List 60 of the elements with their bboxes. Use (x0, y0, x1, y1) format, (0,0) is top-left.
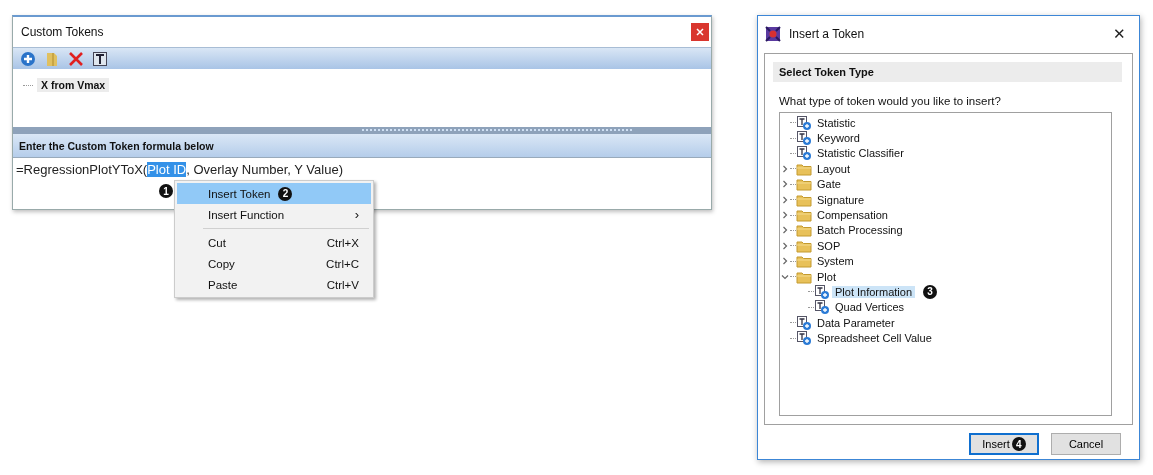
folder-icon (796, 253, 812, 270)
shortcut-text: Ctrl+X (326, 236, 359, 249)
formula-field[interactable]: =RegressionPlotYToX(Plot ID, Overlay Number, Y Value) (16, 162, 343, 177)
tree-item[interactable]: System (814, 255, 857, 268)
selected-text: Plot ID (147, 162, 187, 177)
tree-item[interactable]: Layout (814, 162, 854, 175)
text-format-icon (92, 50, 108, 67)
token-icon (796, 330, 812, 347)
token-item[interactable]: X from Vmax (37, 78, 110, 92)
token-icon (814, 284, 830, 300)
tree-item[interactable]: Statistic (814, 116, 859, 129)
window-title: Custom Tokens (21, 25, 104, 39)
window-title: Insert a Token (789, 26, 866, 41)
close-icon (696, 28, 704, 36)
token-icon (796, 130, 812, 147)
tree-item[interactable]: Keyword (814, 132, 863, 145)
toolbar-button[interactable] (91, 49, 109, 68)
folder-icon (796, 207, 812, 224)
token-icon (796, 145, 812, 162)
token-icon (796, 114, 812, 131)
tree-item[interactable]: SOP (814, 239, 844, 252)
delete-icon (68, 50, 84, 67)
menu-item[interactable]: Insert Function › (177, 204, 371, 225)
submenu-arrow: › (354, 207, 359, 222)
menu-item[interactable]: Copy Ctrl+C (177, 253, 371, 274)
step-number-badge: 1 (159, 184, 173, 198)
menu-item[interactable]: Paste Ctrl+V (177, 274, 371, 295)
section-header: Select Token Type (773, 62, 1122, 82)
tree-item[interactable]: Data Parameter (814, 316, 898, 329)
token-icon (796, 314, 812, 331)
tree-item[interactable]: Gate (814, 178, 844, 191)
tree-item[interactable]: Signature (814, 193, 868, 206)
tree-item[interactable]: Spreadsheet Cell Value (814, 332, 935, 345)
formula-text: =RegressionPlotYToX( (16, 162, 148, 177)
app-icon (765, 25, 781, 42)
shortcut-text: Ctrl+V (326, 278, 359, 291)
folder-icon (796, 176, 812, 193)
folder-icon (44, 50, 60, 67)
dialog-button[interactable]: Cancel (1051, 433, 1121, 455)
tree-item[interactable]: Plot Information (832, 286, 916, 298)
tree-item[interactable]: Batch Processing (814, 224, 906, 237)
menu-item[interactable]: Cut Ctrl+X (177, 232, 371, 253)
step-number-badge: 2 (278, 186, 293, 201)
close-button[interactable] (691, 23, 709, 41)
close-button[interactable]: ✕ (1099, 18, 1139, 49)
formula-text: , Overlay Number, Y Value) (186, 162, 343, 177)
tree-item[interactable]: Quad Vertices (832, 301, 908, 314)
step-number-badge: 3 (923, 285, 938, 299)
add-icon (20, 50, 36, 67)
section-header: Enter the Custom Token formula below (13, 134, 711, 158)
token-icon (814, 299, 830, 316)
tree-item[interactable]: Compensation (814, 209, 891, 222)
tree-item[interactable]: Statistic Classifier (814, 147, 907, 160)
folder-icon (796, 222, 812, 239)
step-number-badge: 4 (1011, 437, 1026, 451)
menu-item[interactable]: Insert Token 2 (177, 183, 371, 204)
tree-item[interactable]: Plot (814, 270, 839, 283)
dialog-button[interactable]: Insert 4 (969, 433, 1039, 455)
question-text: What type of token would you like to insert? (779, 95, 1002, 107)
shortcut-text: Ctrl+C (326, 257, 359, 270)
